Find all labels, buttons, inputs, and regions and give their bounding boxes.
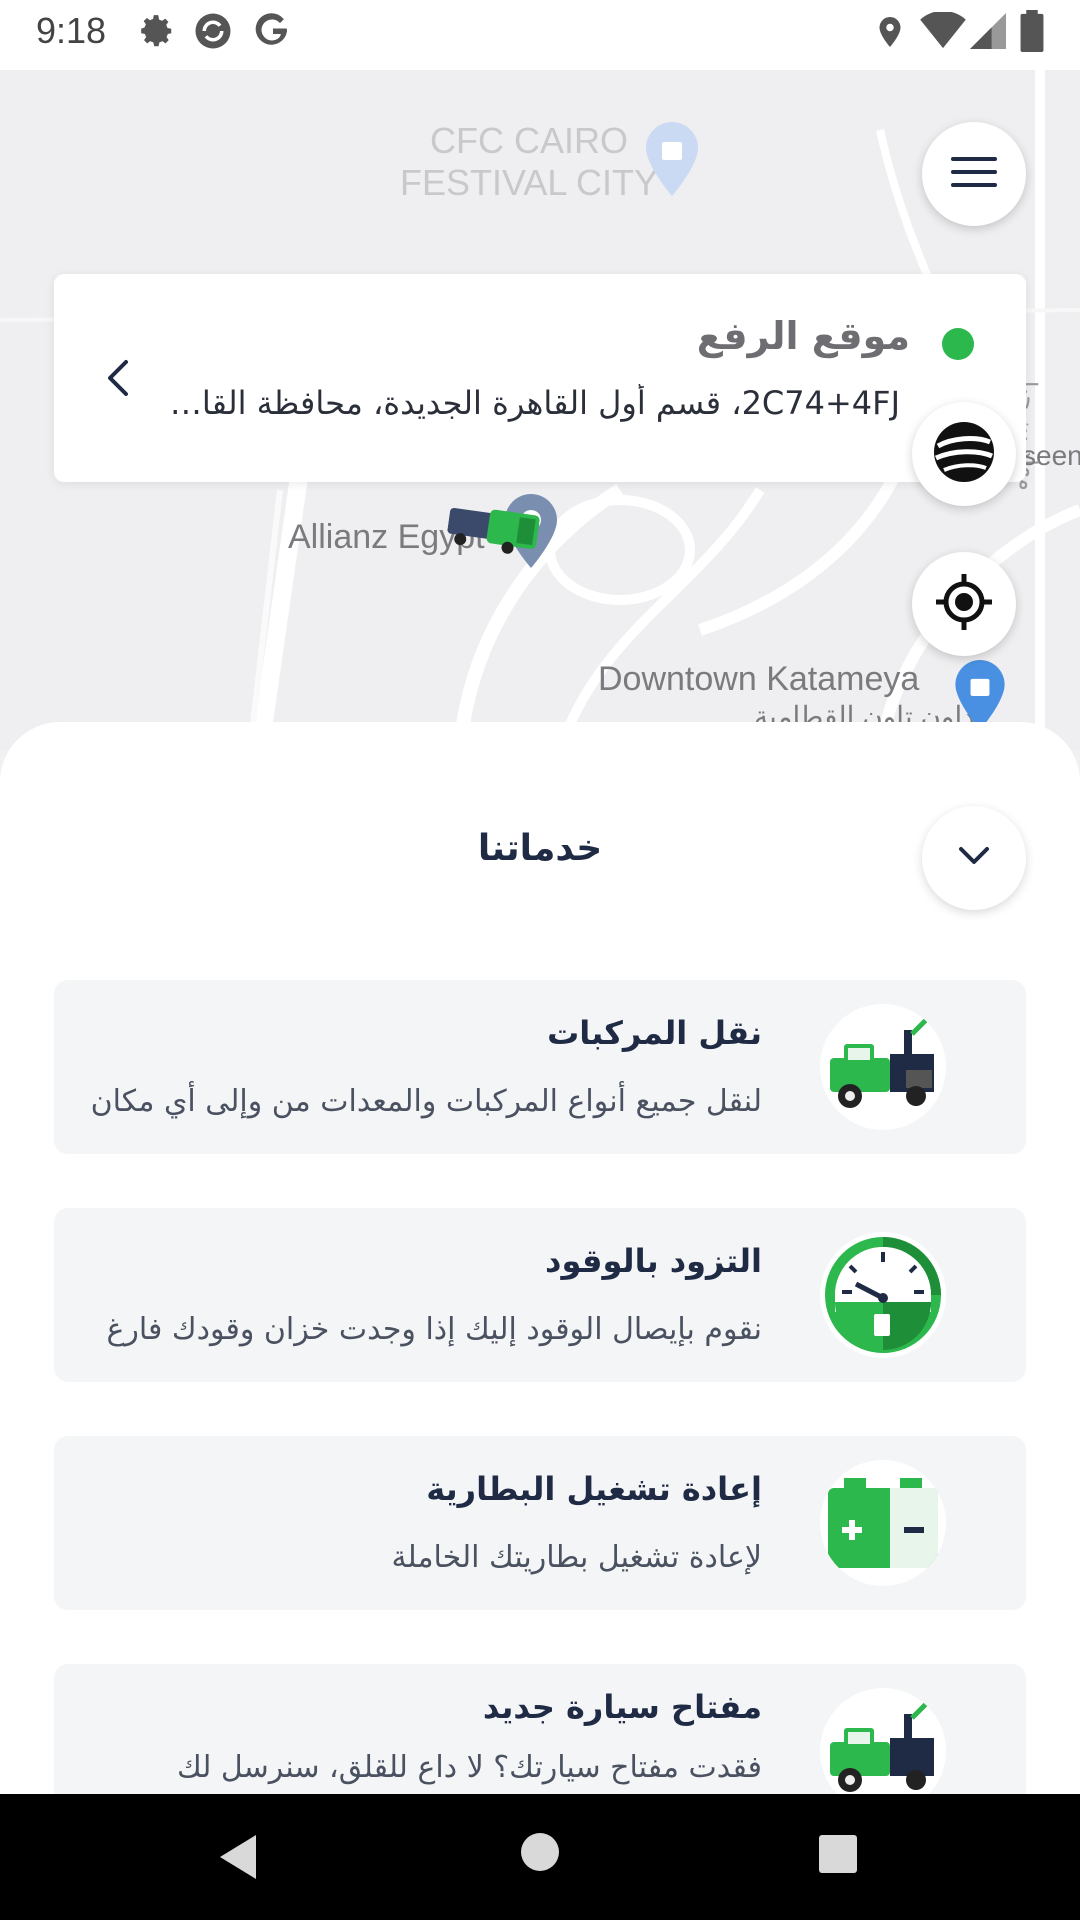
- google-icon: [252, 10, 294, 56]
- map-label-cfc: CFC CAIRO FESTIVAL CITY: [400, 120, 659, 203]
- battery-icon: [1020, 10, 1044, 56]
- map-style-button[interactable]: [912, 402, 1016, 506]
- pickup-address: 2C74+4FJ، قسم أول القاهرة الجديدة، محافظ…: [160, 384, 900, 422]
- service-title: مفتاح سيارة جديد: [482, 1688, 762, 1726]
- back-nav-icon[interactable]: [216, 1832, 260, 1886]
- tow-truck-icon: [820, 1688, 946, 1794]
- hamburger-icon: [951, 157, 997, 191]
- services-sheet: خدماتنا نقل المركبات لنقل جميع أنواع الم…: [0, 722, 1080, 1794]
- home-nav-icon[interactable]: [520, 1832, 560, 1876]
- service-description: لنقل جميع أنواع المركبات والمعدات من وإل…: [90, 1084, 762, 1119]
- service-card-battery-jump[interactable]: إعادة تشغيل البطارية لإعادة تشغيل بطاريت…: [54, 1436, 1026, 1610]
- service-card-fuel-delivery[interactable]: التزود بالوقود نقوم بإيصال الوقود إليك إ…: [54, 1208, 1026, 1382]
- signal-icon: [970, 12, 1006, 54]
- service-title: نقل المركبات: [547, 1014, 762, 1052]
- recents-nav-icon[interactable]: [818, 1834, 858, 1878]
- sync-icon: [192, 10, 234, 56]
- pickup-title: موقع الرفع: [696, 314, 910, 358]
- pickup-location-card[interactable]: موقع الرفع 2C74+4FJ، قسم أول القاهرة الج…: [54, 274, 1026, 482]
- service-card-vehicle-transport[interactable]: نقل المركبات لنقل جميع أنواع المركبات وا…: [54, 980, 1026, 1154]
- chevron-left-icon[interactable]: [102, 358, 132, 402]
- crosshair-icon: [934, 572, 994, 636]
- collapse-sheet-button[interactable]: [922, 806, 1026, 910]
- car-battery-icon: [820, 1460, 946, 1586]
- service-description: لإعادة تشغيل بطاريتك الخاملة: [391, 1540, 762, 1575]
- map-label-seen: seen: [1022, 440, 1080, 471]
- sheet-title: خدماتنا: [477, 828, 603, 869]
- wifi-icon: [920, 10, 966, 54]
- chevron-down-icon: [957, 845, 991, 871]
- location-icon: [872, 12, 908, 56]
- fuel-gauge-icon: [820, 1232, 946, 1358]
- my-location-button[interactable]: [912, 552, 1016, 656]
- system-navigation-bar: [0, 1794, 1080, 1920]
- status-bar: 9:18: [0, 0, 1080, 70]
- service-title: التزود بالوقود: [545, 1242, 762, 1280]
- service-description: نقوم بإيصال الوقود إليك إذا وجدت خزان وق…: [106, 1312, 762, 1347]
- menu-button[interactable]: [922, 122, 1026, 226]
- service-title: إعادة تشغيل البطارية: [426, 1470, 762, 1508]
- status-time: 9:18: [36, 10, 107, 51]
- tow-truck-icon: [820, 1004, 946, 1130]
- pickup-dot-icon: [942, 328, 974, 360]
- globe-icon: [932, 420, 996, 488]
- gear-icon: [138, 12, 176, 54]
- service-description: فقدت مفتاح سيارتك؟ لا داع للقلق، سنرسل ل…: [176, 1750, 762, 1785]
- service-card-new-car-key[interactable]: مفتاح سيارة جديد فقدت مفتاح سيارتك؟ لا د…: [54, 1664, 1026, 1794]
- map-label-downtown: Downtown Katameya: [598, 660, 920, 698]
